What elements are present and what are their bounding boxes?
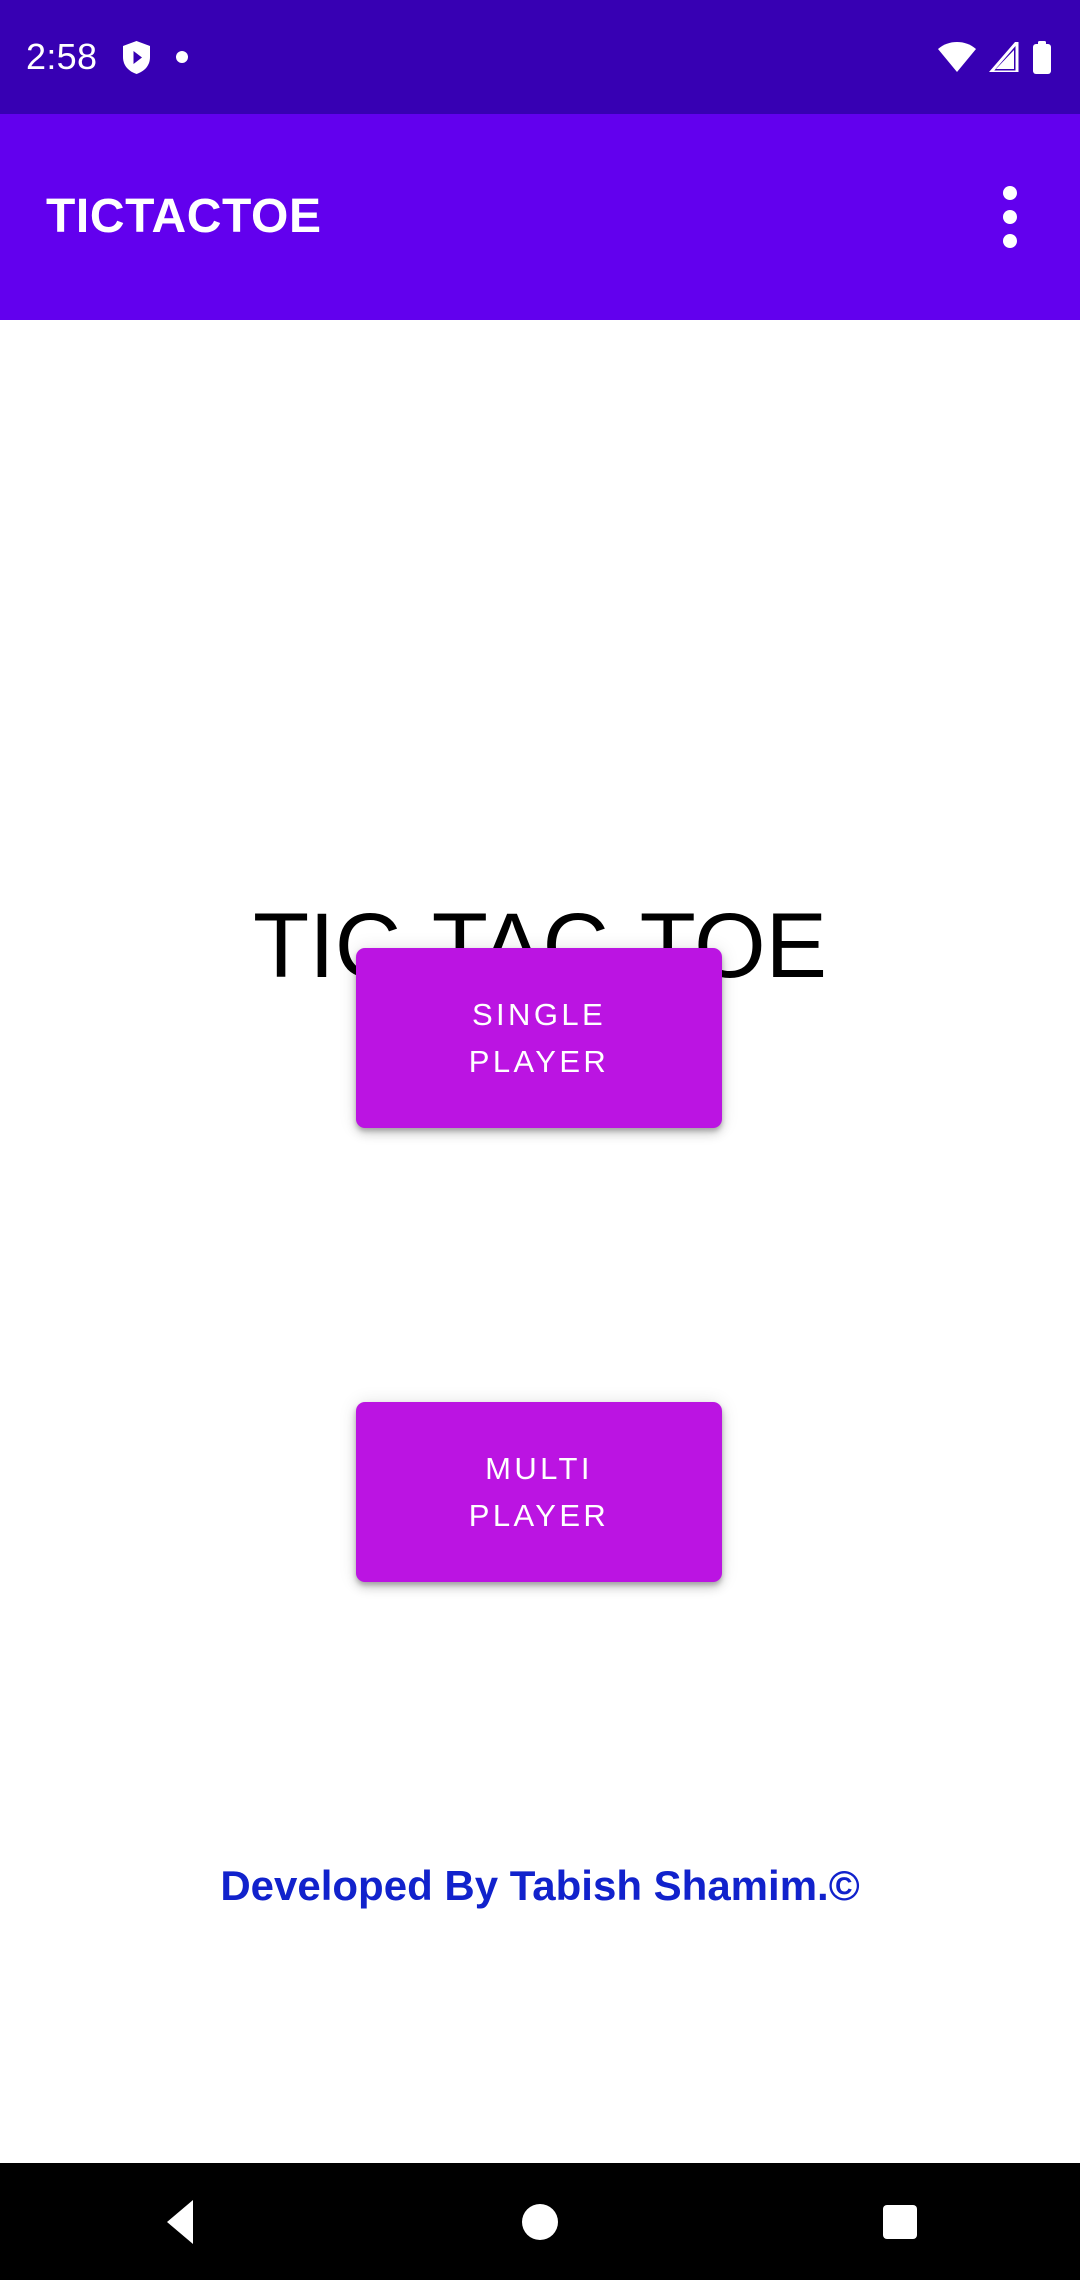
main-content: TIC-TAC-TOE SINGLE PLAYER MULTI PLAYER D…: [0, 320, 1080, 2163]
battery-icon: [1032, 40, 1052, 74]
overflow-dot-3: [1003, 234, 1017, 248]
single-player-button[interactable]: SINGLE PLAYER: [356, 948, 722, 1128]
cellular-signal-icon: [987, 42, 1021, 72]
app-bar-title: TICTACTOE: [46, 190, 322, 243]
home-circle-icon: [522, 2203, 558, 2240]
overflow-dot-2: [1003, 210, 1017, 224]
status-bar-right-group: [938, 40, 1052, 74]
system-navigation-bar: [0, 2163, 1080, 2280]
overflow-menu-icon[interactable]: [962, 169, 1058, 265]
nav-recents-button[interactable]: [825, 2163, 975, 2280]
status-bar: 2:58: [0, 0, 1080, 114]
wifi-icon: [938, 42, 976, 72]
back-triangle-icon: [167, 2199, 193, 2244]
play-protect-shield-icon: [123, 40, 151, 74]
nav-home-button[interactable]: [465, 2163, 615, 2280]
status-bar-clock: 2:58: [26, 36, 98, 77]
multi-player-button-label: MULTI PLAYER: [468, 1450, 610, 1533]
overflow-dot-1: [1003, 186, 1017, 200]
nav-back-button[interactable]: [105, 2163, 255, 2280]
app-bar: TICTACTOE: [0, 114, 1080, 320]
multi-player-button[interactable]: MULTI PLAYER: [356, 1402, 722, 1582]
status-bar-left-group: 2:58: [26, 36, 189, 77]
notification-dot-icon: [176, 51, 189, 63]
single-player-button-label: SINGLE PLAYER: [468, 996, 610, 1079]
recents-square-icon: [883, 2204, 917, 2239]
developer-credit: Developed By Tabish Shamim.©: [220, 1862, 860, 1909]
